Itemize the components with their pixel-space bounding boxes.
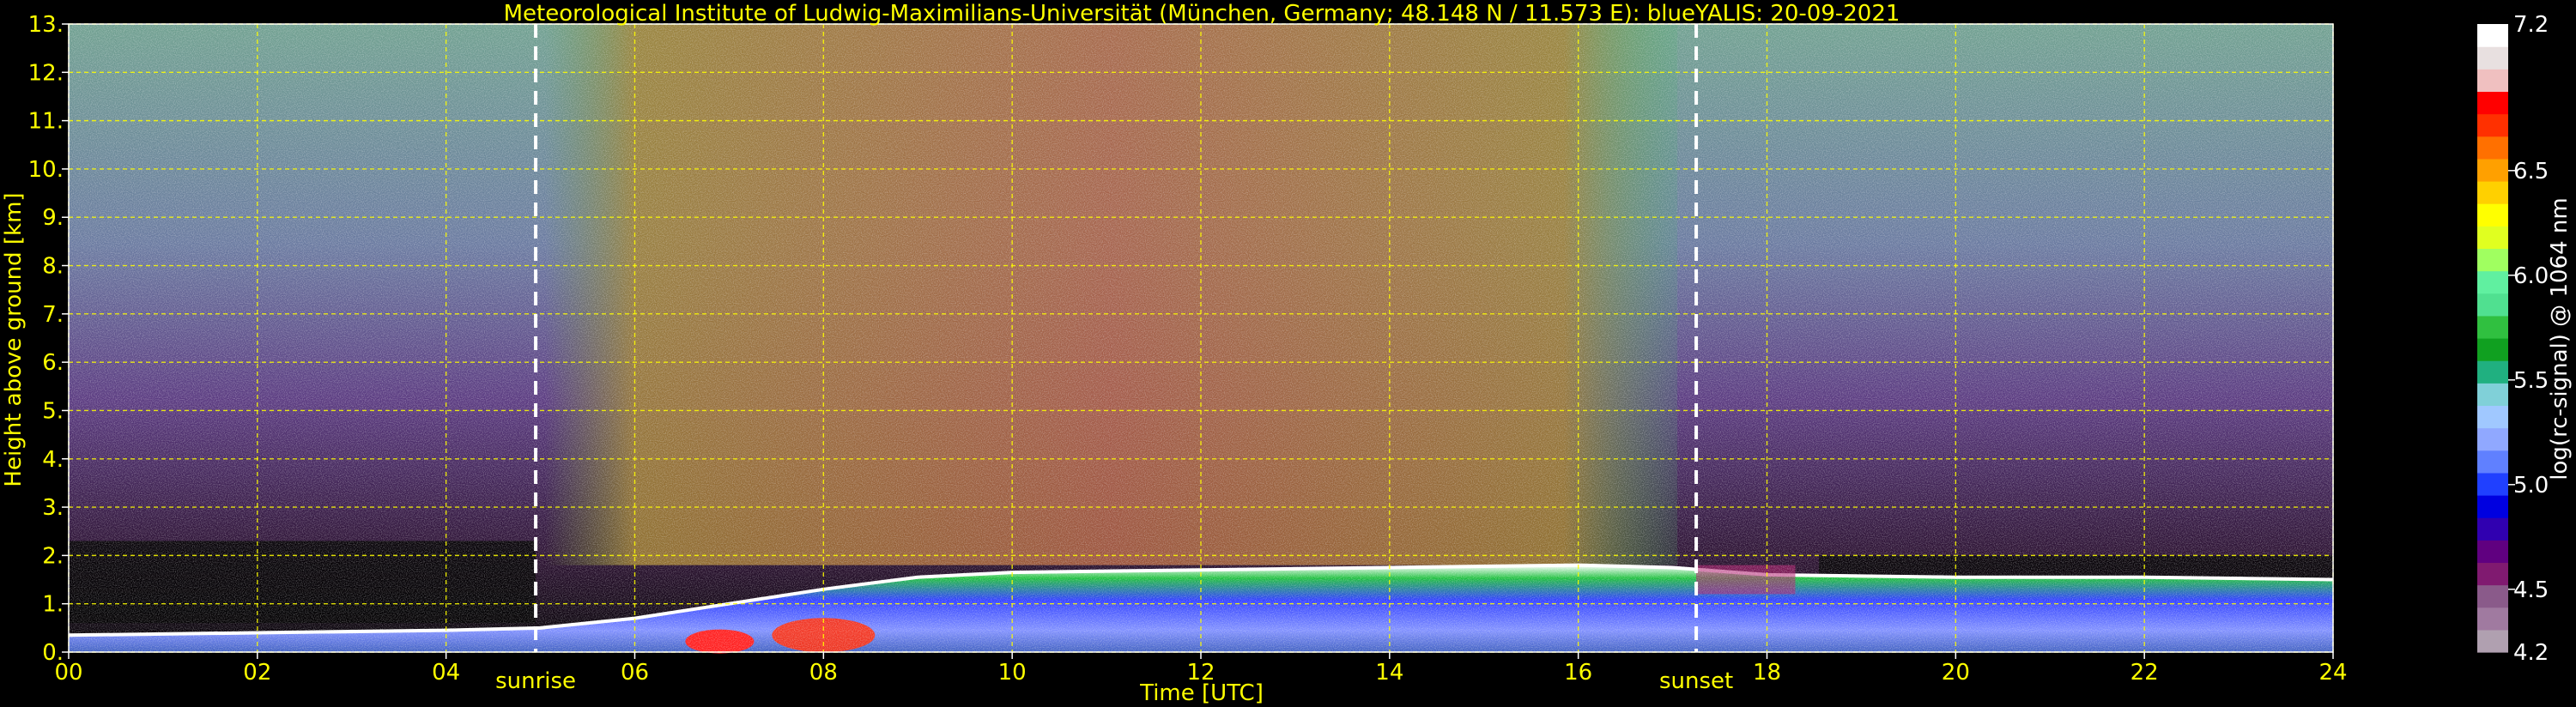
colorbar-segment	[2477, 24, 2508, 47]
y-tick-label: 6.	[42, 350, 64, 376]
x-tick-label: 14	[1375, 660, 1403, 686]
colorbar-segment	[2477, 91, 2508, 115]
colorbar-segment	[2477, 427, 2508, 451]
colorbar-min-label: 4.2	[2513, 640, 2549, 666]
y-tick-label: 11.	[28, 109, 64, 135]
colorbar-segment	[2477, 158, 2508, 182]
colorbar-segment	[2477, 113, 2508, 137]
colorbar-segment	[2477, 338, 2508, 361]
colorbar-segment	[2477, 181, 2508, 204]
colorbar-segment	[2477, 472, 2508, 496]
colorbar: 4.5 5.0 5.5 6.0 6.5 4.2 7.2	[2477, 12, 2549, 666]
x-tick-label: 18	[1753, 660, 1781, 686]
x-tick-label: 22	[2131, 660, 2159, 686]
colorbar-segment	[2477, 383, 2508, 407]
colorbar-segment	[2477, 46, 2508, 69]
colorbar-segment	[2477, 315, 2508, 339]
y-axis-label: Height above ground [km]	[1, 192, 27, 486]
colorbar-tick-label: 6.0	[2513, 263, 2549, 289]
colorbar-tick-label: 5.0	[2513, 473, 2549, 499]
x-tick-label: 24	[2318, 660, 2347, 686]
y-tick-label: 10.	[28, 157, 64, 183]
colorbar-segment	[2477, 584, 2508, 608]
colorbar-tick-label: 6.5	[2513, 159, 2549, 184]
y-tick-label: 13.	[28, 12, 64, 38]
colorbar-segment	[2477, 495, 2508, 518]
colorbar-segment	[2477, 203, 2508, 227]
x-axis-label: Time [UTC]	[1139, 680, 1264, 706]
colorbar-segment	[2477, 226, 2508, 250]
colorbar-segment	[2477, 136, 2508, 160]
y-tick-label: 1.	[42, 592, 64, 618]
y-tick-label: 9.	[42, 205, 64, 231]
y-tick-label: 4.	[42, 447, 64, 473]
colorbar-segment	[2477, 293, 2508, 317]
x-tick-label: 08	[809, 660, 838, 686]
colorbar-segment	[2477, 69, 2508, 93]
colorbar-tick-label: 4.5	[2513, 577, 2549, 603]
y-tick-label: 0.	[42, 640, 64, 666]
colorbar-segment	[2477, 360, 2508, 384]
colorbar-max-label: 7.2	[2513, 12, 2549, 38]
colorbar-segment	[2477, 562, 2508, 586]
y-tick-label: 2.	[42, 543, 64, 569]
x-tick-label: 04	[432, 660, 460, 686]
y-tick-label: 5.	[42, 398, 64, 424]
x-tick-label: 02	[243, 660, 271, 686]
lidar-chart: sunrise sunset 00 02 04 06 08 10 12 14 16 18 20 22 24…	[1, 1, 2573, 706]
x-tick-label: 20	[1942, 660, 1970, 686]
colorbar-segment	[2477, 405, 2508, 429]
colorbar-segment	[2477, 607, 2508, 631]
colorbar-segment	[2477, 540, 2508, 564]
colorbar-segment	[2477, 270, 2508, 294]
y-tick-label: 7.	[42, 302, 64, 328]
y-tick-label: 8.	[42, 254, 64, 280]
y-tick-label: 12.	[28, 60, 64, 86]
x-tick-label: 10	[998, 660, 1027, 686]
sunrise-label: sunrise	[495, 668, 576, 694]
x-tick-label: 06	[621, 660, 649, 686]
y-tick-label: 3.	[42, 495, 64, 521]
x-tick-label: 16	[1564, 660, 1592, 686]
colorbar-segment	[2477, 629, 2508, 653]
chart-title: Meteorological Institute of Ludwig-Maxim…	[504, 1, 1900, 27]
sunset-label: sunset	[1659, 668, 1733, 694]
colorbar-segment	[2477, 517, 2508, 541]
colorbar-tick-label: 5.5	[2513, 368, 2549, 394]
colorbar-segment	[2477, 450, 2508, 474]
colorbar-label: log(rc-signal) @ 1064 nm	[2547, 197, 2573, 480]
colorbar-segment	[2477, 248, 2508, 272]
